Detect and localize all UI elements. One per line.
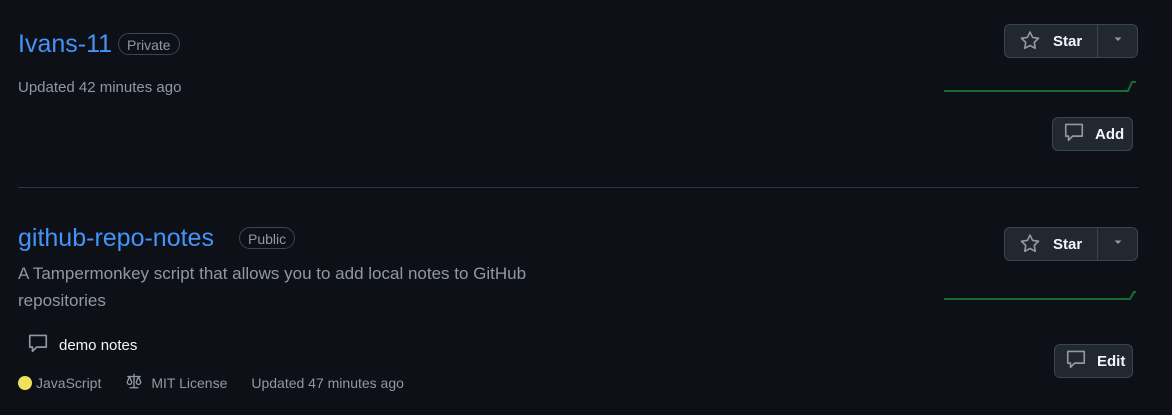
comment-icon xyxy=(27,332,49,358)
language: JavaScript xyxy=(18,375,101,391)
star-button-group: Star xyxy=(1004,24,1138,58)
star-icon xyxy=(1019,233,1041,255)
star-dropdown-button[interactable] xyxy=(1098,25,1137,57)
updated-time: Updated 47 minutes ago xyxy=(251,374,404,391)
repo-note: demo notes xyxy=(27,332,137,358)
updated-time: Updated 42 minutes ago xyxy=(18,79,182,96)
star-label: Star xyxy=(1053,235,1083,253)
star-button[interactable]: Star xyxy=(1005,228,1098,260)
repo-name-link[interactable]: Ivans-11 xyxy=(18,29,112,59)
activity-sparkline xyxy=(944,81,1136,92)
license[interactable]: MIT License xyxy=(125,372,227,393)
add-note-button[interactable]: Add xyxy=(1052,117,1133,151)
repo-name-link[interactable]: github-repo-notes xyxy=(18,223,214,253)
divider xyxy=(18,187,1138,188)
star-button[interactable]: Star xyxy=(1005,25,1098,57)
add-note-label: Add xyxy=(1095,125,1125,143)
repository-list: Ivans-11 Private Updated 42 minutes ago … xyxy=(0,0,1172,415)
visibility-badge: Private xyxy=(118,33,180,55)
edit-note-label: Edit xyxy=(1097,352,1126,370)
visibility-badge: Public xyxy=(239,227,296,249)
activity-sparkline xyxy=(944,291,1136,300)
triangle-down-icon xyxy=(1112,32,1124,50)
triangle-down-icon xyxy=(1112,235,1124,253)
language-color-dot xyxy=(18,375,32,390)
star-icon xyxy=(1019,30,1041,52)
repo-meta: JavaScript MIT License Updated 47 minute… xyxy=(18,372,404,393)
note-text: demo notes xyxy=(59,336,138,354)
repo-description: A Tampermonkey script that allows you to… xyxy=(18,264,527,310)
star-label: Star xyxy=(1053,32,1083,50)
edit-note-button[interactable]: Edit xyxy=(1054,344,1133,378)
star-dropdown-button[interactable] xyxy=(1098,228,1137,260)
license-name: MIT License xyxy=(151,374,228,391)
comment-icon xyxy=(1063,121,1085,148)
law-icon xyxy=(125,372,143,393)
comment-icon xyxy=(1065,348,1087,375)
language-name: JavaScript xyxy=(36,374,102,391)
star-button-group: Star xyxy=(1004,227,1138,261)
